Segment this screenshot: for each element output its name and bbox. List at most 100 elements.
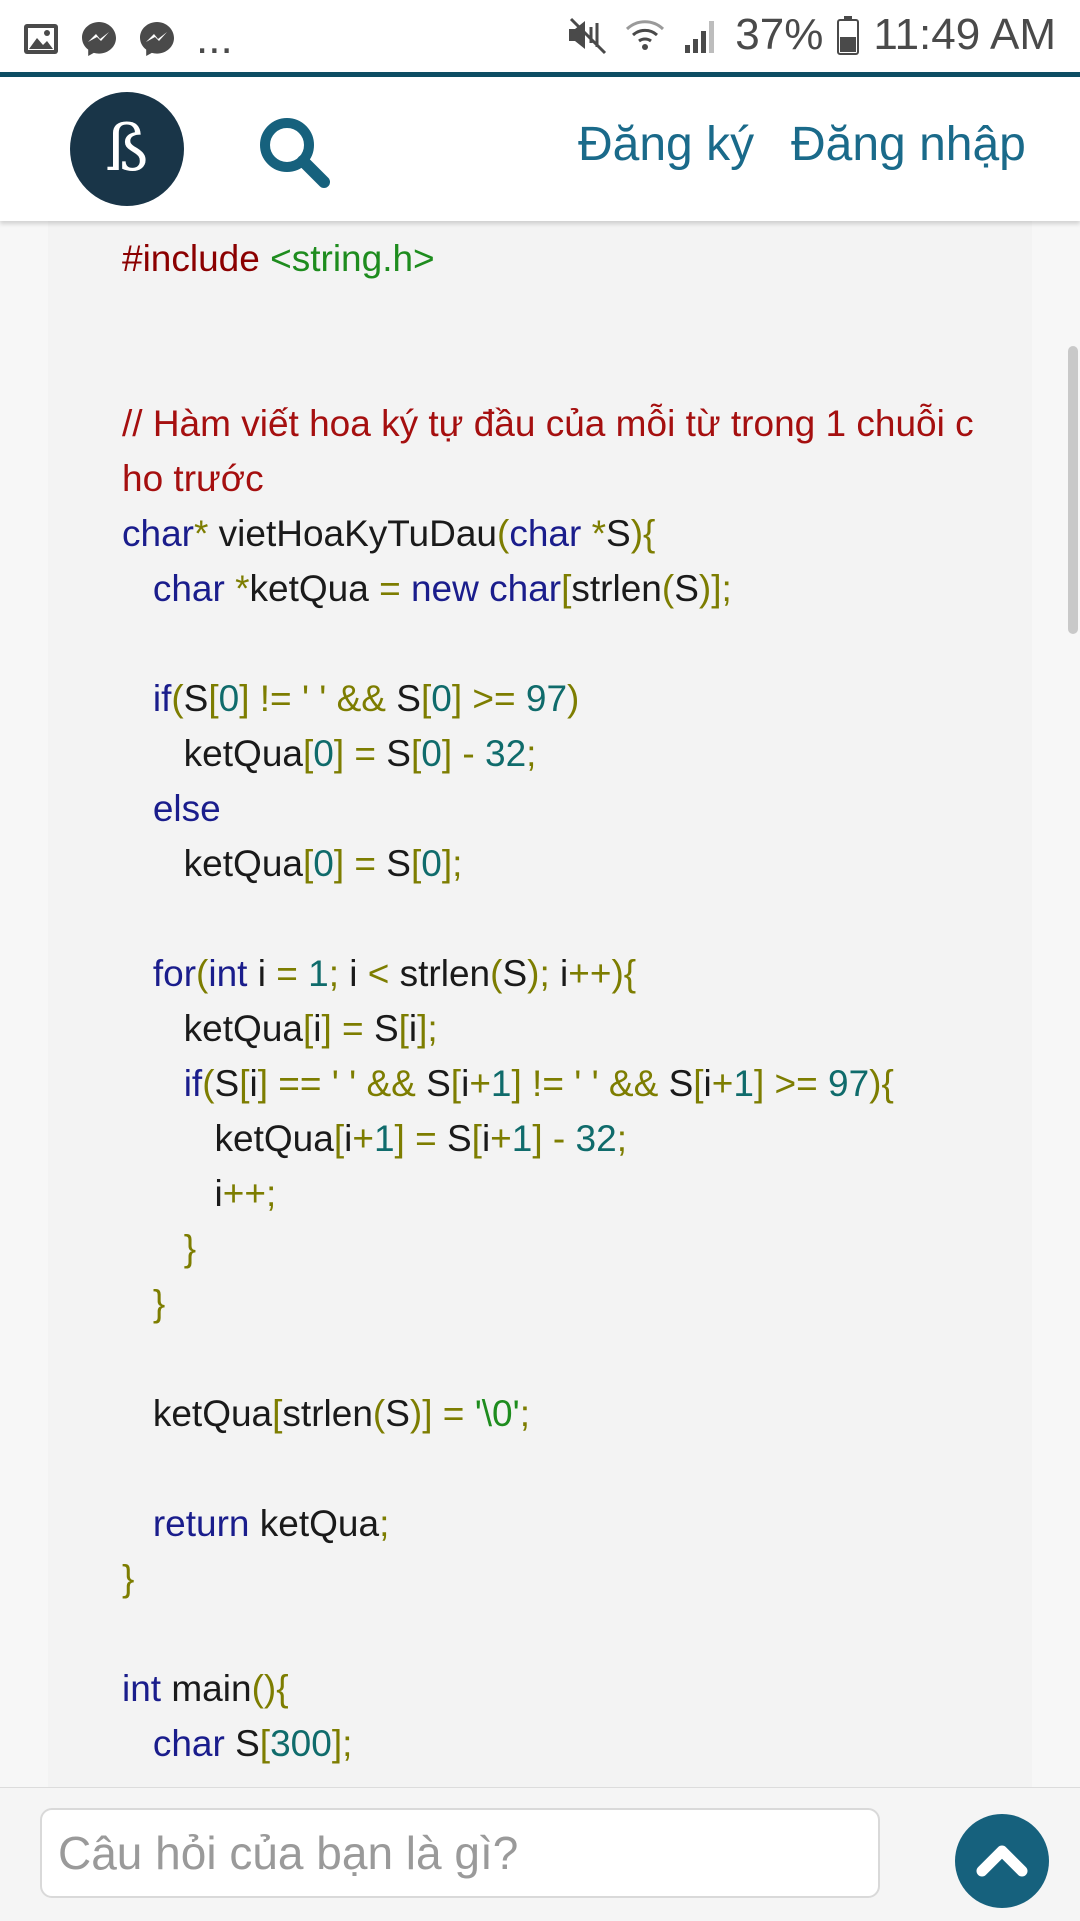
code-token: i: [703, 1063, 712, 1104]
code-token: ;: [328, 953, 350, 994]
code-token: [: [410, 733, 422, 774]
code-token: (){: [251, 1668, 289, 1709]
code-token: [: [302, 843, 314, 884]
code-token: 0: [313, 733, 334, 774]
code-token: [: [333, 1118, 345, 1159]
code-token: ketQua: [122, 1393, 273, 1434]
code-token: ++){: [568, 953, 637, 994]
code-token: ketQua: [122, 1008, 303, 1049]
messenger-icon: [80, 20, 118, 58]
login-link[interactable]: Đăng nhập: [791, 117, 1026, 172]
code-token: [: [302, 1008, 314, 1049]
code-line: ho trước: [122, 456, 264, 502]
code-token: S: [385, 1393, 410, 1434]
code-token: *: [235, 568, 250, 609]
code-token: else: [152, 788, 221, 829]
chevron-up-icon: [976, 1845, 1028, 1877]
code-token: i: [349, 953, 368, 994]
code-token: +: [490, 1118, 512, 1159]
answer-content: #include <stdio.h> #include <string.h> // …: [0, 221, 1080, 1787]
code-line: char *ketQua = new char[strlen(S)];: [122, 566, 732, 612]
code-token: 1: [733, 1063, 754, 1104]
code-token: S: [606, 513, 631, 554]
code-token: 0: [421, 843, 442, 884]
code-token: new char: [410, 568, 562, 609]
code-token: )] =: [409, 1393, 475, 1434]
code-token: <: [367, 953, 400, 994]
code-token: *: [591, 513, 606, 554]
code-line: if(S[i] == ' ' && S[i+1] != ' ' && S[i+1…: [122, 1061, 894, 1107]
code-line: // Hàm viết hoa ký tự đầu của mỗi từ tro…: [122, 401, 974, 447]
code-token: ho trước: [122, 458, 264, 499]
code-token: 0: [313, 843, 334, 884]
code-token: strlen: [282, 1393, 373, 1434]
code-token: int: [122, 1668, 172, 1709]
code-token: (: [490, 953, 503, 994]
code-token: ){: [630, 513, 656, 554]
app-header: ß Đăng ký Đăng nhập: [0, 77, 1080, 221]
code-token: S: [386, 733, 411, 774]
search-button[interactable]: [254, 112, 334, 192]
code-token: 32: [485, 733, 527, 774]
page-scrollbar[interactable]: [1068, 346, 1078, 634]
code-line: char* vietHoaKyTuDau(char *S){: [122, 511, 655, 557]
code-token: (: [372, 1393, 386, 1434]
code-token: 1: [373, 1118, 395, 1159]
code-line: i++;: [122, 1171, 277, 1217]
mute-icon: [565, 13, 609, 57]
code-token: [: [410, 843, 422, 884]
gallery-icon: [22, 22, 60, 56]
code-token: S: [235, 1723, 260, 1764]
question-input[interactable]: [40, 1808, 880, 1898]
messenger-icon: [138, 20, 176, 58]
code-token: [: [208, 678, 219, 719]
code-token: ] =: [394, 1118, 447, 1159]
code-token: ] =: [321, 1008, 374, 1049]
code-token: +: [469, 1063, 491, 1104]
code-token: ;: [519, 1393, 530, 1434]
code-token: i: [408, 1008, 418, 1049]
status-bar: ... 37% 11:49 AM: [0, 0, 1080, 74]
code-token: <string.h>: [270, 238, 435, 279]
code-line: }: [122, 1556, 134, 1602]
code-token: [: [693, 1063, 704, 1104]
code-token: i: [257, 953, 277, 994]
code-token: if: [152, 678, 172, 719]
code-line: #include <stdio.h>: [122, 221, 422, 227]
code-token: S: [373, 1008, 399, 1049]
code-token: ] == ' ' &&: [257, 1063, 427, 1104]
code-token: S: [386, 843, 411, 884]
system-status: 37% 11:49 AM: [565, 10, 1056, 60]
code-token: }: [152, 1283, 166, 1324]
code-token: 32: [575, 1118, 617, 1159]
code-token: (: [202, 1063, 215, 1104]
code-token: [: [471, 1118, 482, 1159]
code-token: 97: [525, 678, 568, 719]
register-link[interactable]: Đăng ký: [578, 117, 754, 172]
code-line: char S[300];: [122, 1721, 353, 1767]
code-line: ketQua[i+1] = S[i+1] - 32;: [122, 1116, 627, 1162]
code-line: int main(){: [122, 1666, 289, 1712]
code-token: i: [481, 1118, 491, 1159]
code-token: )];: [698, 568, 732, 609]
code-token: char: [152, 1723, 236, 1764]
code-token: strlen: [571, 568, 662, 609]
code-token: (: [171, 678, 184, 719]
code-token: S: [214, 1063, 240, 1104]
scroll-to-top-button[interactable]: [955, 1814, 1049, 1908]
code-token: =: [379, 568, 411, 609]
code-token: S: [183, 678, 209, 719]
code-token: ketQua: [259, 1503, 380, 1544]
code-token: strlen: [399, 953, 491, 994]
site-logo[interactable]: ß: [70, 92, 184, 206]
code-token: #include: [122, 238, 271, 279]
code-line: for(int i = 1; i < strlen(S); i++){: [122, 951, 636, 997]
code-token: ] -: [532, 1118, 576, 1159]
code-token: );: [527, 953, 561, 994]
code-token: return: [152, 1503, 260, 1544]
